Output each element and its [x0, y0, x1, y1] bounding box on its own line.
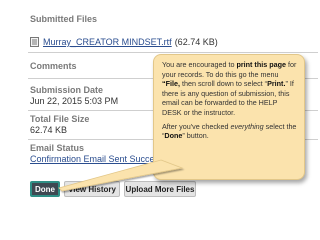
submission-date-label: Submission Date	[30, 85, 104, 95]
upload-more-files-button[interactable]: Upload More Files	[124, 181, 196, 197]
callout-paragraph-print: You are encouraged to print this page fo…	[162, 60, 297, 117]
submission-page: Submitted Files Murray_CREATOR MINDSET.r…	[0, 0, 320, 240]
submitted-file-row: Murray_CREATOR MINDSET.rtf (62.74 KB)	[30, 36, 218, 48]
divider	[28, 52, 318, 53]
done-button[interactable]: Done	[30, 181, 60, 197]
submitted-file-size: (62.74 KB)	[174, 37, 218, 47]
total-file-size-label: Total File Size	[30, 114, 90, 124]
view-history-button[interactable]: View History	[64, 181, 120, 197]
submitted-file-link[interactable]: Murray_CREATOR MINDSET.rtf	[43, 37, 172, 47]
instruction-callout: You are encouraged to print this page fo…	[153, 54, 305, 180]
submission-date-value: Jun 22, 2015 5:03 PM	[30, 96, 119, 106]
rtf-file-icon	[30, 37, 39, 47]
submitted-files-label: Submitted Files	[30, 14, 98, 24]
comments-label: Comments	[30, 61, 77, 71]
callout-paragraph-done: After you've checked everything select t…	[162, 121, 297, 141]
email-status-label: Email Status	[30, 143, 85, 153]
total-file-size-value: 62.74 KB	[30, 125, 68, 135]
